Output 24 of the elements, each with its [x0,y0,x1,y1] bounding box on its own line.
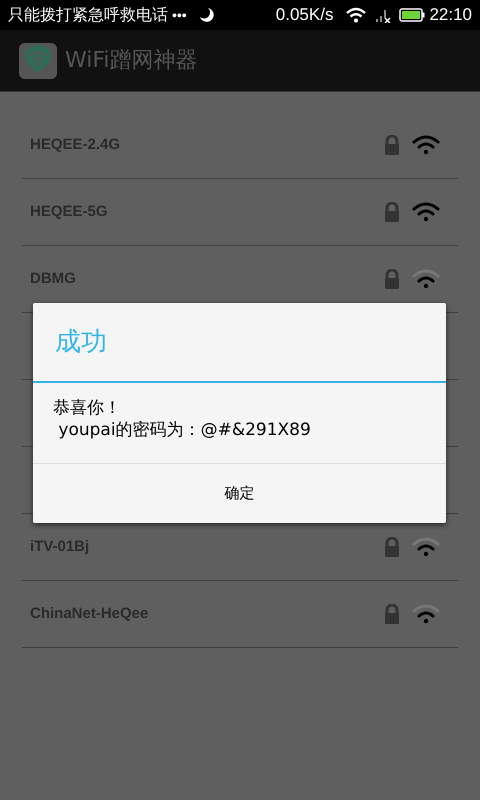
clock: 22:10 [429,4,472,26]
dialog-title: 成功 [55,326,107,358]
password-text: youpai的密码为：@#&291X89 [57,419,311,441]
wifi-signal-icon [412,537,440,557]
moon-icon [198,7,215,23]
dialog-message: 恭喜你！ [53,397,121,419]
lock-icon [384,202,400,222]
no-signal-icon [375,7,392,23]
app-title: WiFi蹭网神器 [65,47,198,75]
battery-icon [399,8,426,22]
wifi-icon [345,7,368,23]
lock-icon [384,604,400,624]
app-logo-icon [19,42,57,78]
notification-dots: ••• [172,6,187,24]
lock-icon [384,269,400,289]
network-speed: 0.05K/s [276,4,334,26]
wifi-signal-icon [412,202,440,222]
lock-icon [384,537,400,557]
status-notice: 只能拨打紧急呼救电话 [8,4,168,26]
wifi-signal-icon [412,604,440,624]
lock-icon [384,135,400,155]
wifi-signal-icon [412,269,440,289]
confirm-button[interactable]: 确定 [33,463,446,523]
wifi-signal-icon [412,135,440,155]
